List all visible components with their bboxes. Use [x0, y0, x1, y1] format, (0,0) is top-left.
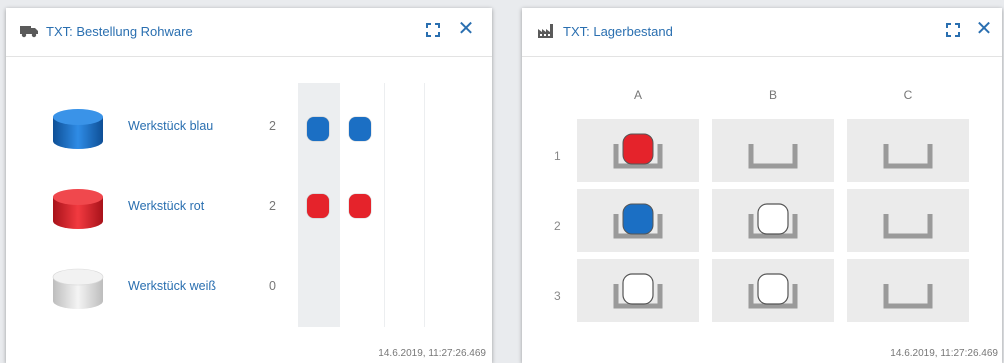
empty-tray-icon: [748, 144, 798, 169]
close-icon[interactable]: ✕: [456, 18, 476, 40]
white-workpiece-in-tray-icon: [748, 203, 798, 239]
expand-icon[interactable]: [425, 22, 441, 38]
white-workpiece-label: Werkstück weiß: [128, 279, 216, 293]
empty-tray-icon: [883, 144, 933, 169]
blue-workpiece-in-tray-icon: [613, 203, 663, 239]
stock-panel: TXT: Lagerbestand ✕ A B C 1 2 3 14.6.201…: [522, 8, 1002, 363]
order-panel-title: TXT: Bestellung Rohware: [46, 24, 193, 39]
row-header-1: 1: [554, 149, 561, 163]
stock-cell-b3: [712, 259, 834, 322]
order-slot-divider: [384, 83, 385, 327]
red-workpiece-icon: [53, 189, 103, 229]
empty-tray-icon: [883, 214, 933, 239]
stock-cell-a1: [577, 119, 699, 182]
stock-panel-header: TXT: Lagerbestand ✕: [522, 8, 1002, 57]
order-panel-header: TXT: Bestellung Rohware ✕: [6, 8, 492, 57]
timestamp: 14.6.2019, 11:27:26.469: [890, 348, 998, 359]
red-workpiece-label: Werkstück rot: [128, 199, 205, 213]
white-workpiece-icon: [52, 268, 104, 309]
white-workpiece-in-tray-icon: [613, 273, 663, 309]
expand-icon[interactable]: [945, 22, 961, 38]
column-header-c: C: [903, 88, 913, 102]
stock-cell-a2: [577, 189, 699, 252]
close-icon[interactable]: ✕: [974, 18, 994, 40]
row-header-3: 3: [554, 289, 561, 303]
red-workpiece-count: 2: [269, 199, 276, 213]
red-order-token: [307, 194, 329, 218]
stock-cell-b1: [712, 119, 834, 182]
blue-workpiece-count: 2: [269, 119, 276, 133]
empty-tray-icon: [883, 284, 933, 309]
timestamp: 14.6.2019, 11:27:26.469: [378, 348, 486, 359]
order-slot-divider: [424, 83, 425, 327]
blue-order-token: [349, 117, 371, 141]
stock-cell-c2: [847, 189, 969, 252]
stock-panel-title: TXT: Lagerbestand: [563, 24, 673, 39]
stock-cell-c1: [847, 119, 969, 182]
red-workpiece-in-tray-icon: [613, 133, 663, 169]
order-panel: TXT: Bestellung Rohware ✕ Werkstück blau…: [6, 8, 492, 363]
stock-cell-c3: [847, 259, 969, 322]
column-header-b: B: [768, 88, 777, 102]
stock-cell-b2: [712, 189, 834, 252]
blue-workpiece-label: Werkstück blau: [128, 119, 214, 133]
white-workpiece-count: 0: [269, 279, 276, 293]
row-header-2: 2: [554, 219, 561, 233]
red-order-token: [349, 194, 371, 218]
white-workpiece-in-tray-icon: [748, 273, 798, 309]
factory-icon: [538, 24, 553, 38]
column-header-a: A: [633, 88, 642, 102]
stock-cell-a3: [577, 259, 699, 322]
blue-order-token: [307, 117, 329, 141]
blue-workpiece-icon: [53, 109, 103, 149]
truck-icon: [20, 26, 38, 38]
